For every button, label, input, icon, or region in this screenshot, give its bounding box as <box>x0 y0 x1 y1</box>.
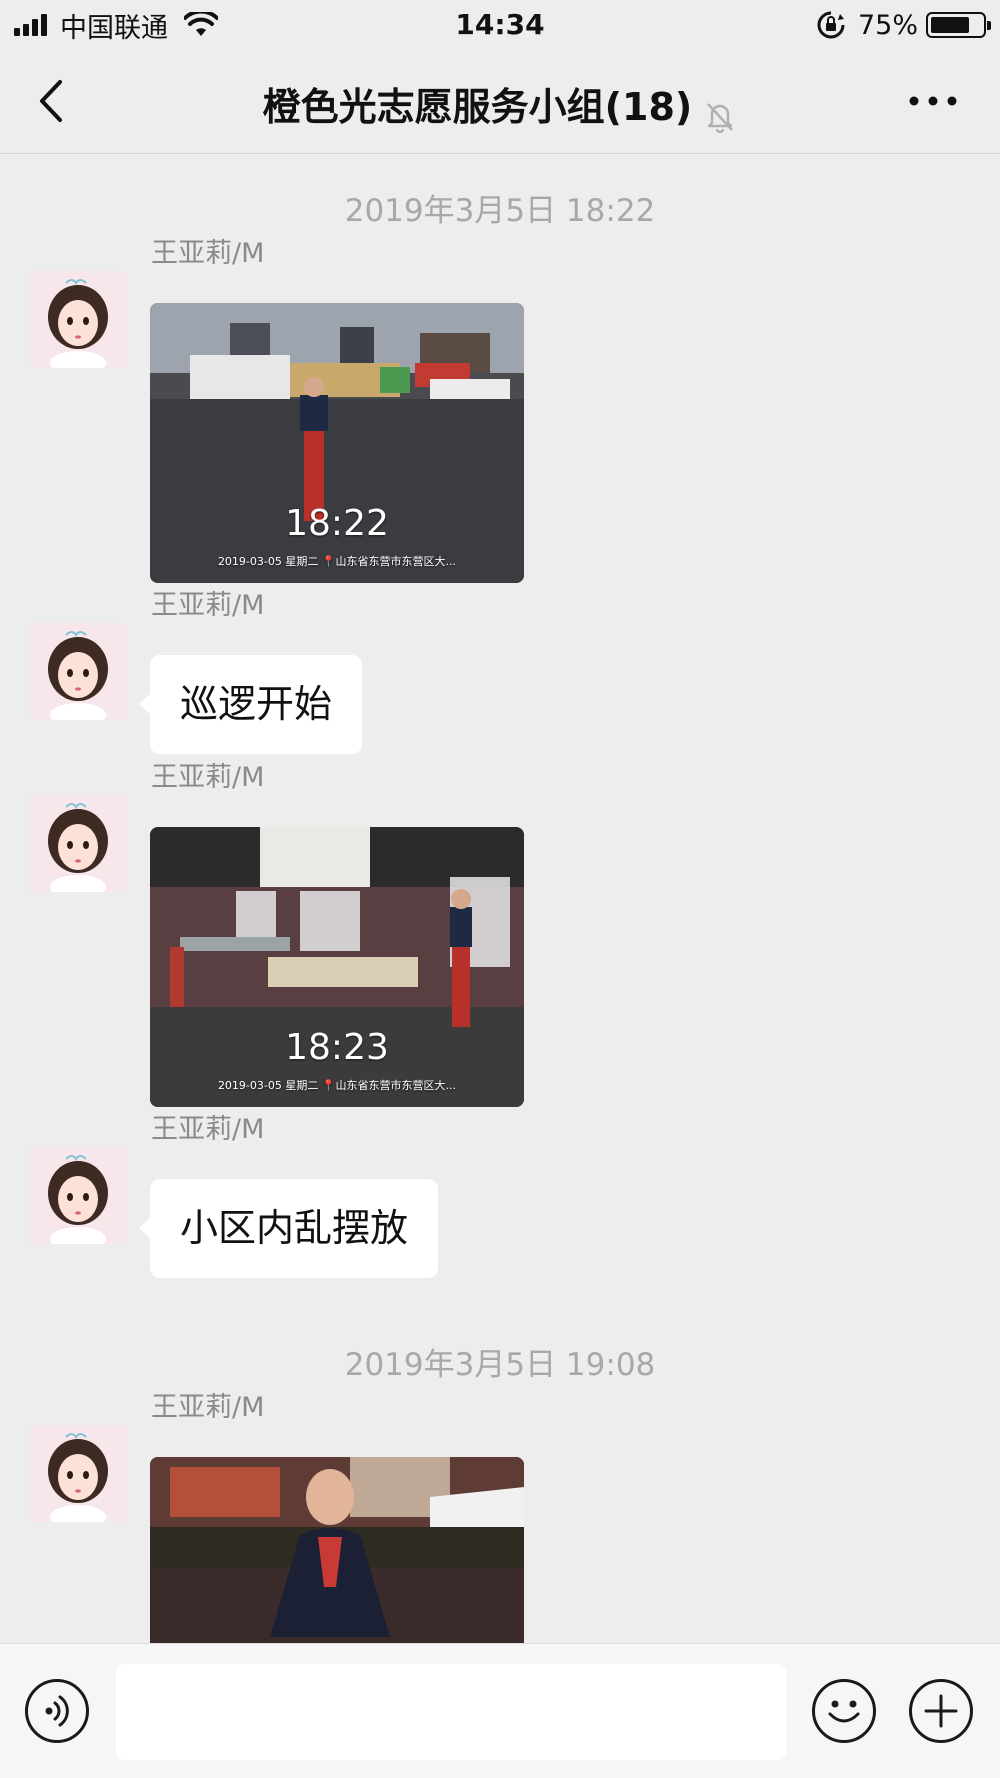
rotation-lock-icon <box>817 11 845 39</box>
avatar-girl-icon <box>30 1147 127 1244</box>
nav-title-wrap: 橙色光志愿服务小组(18) <box>0 76 1000 133</box>
plus-icon <box>924 1694 958 1728</box>
avatar[interactable] <box>30 271 127 368</box>
voice-icon <box>45 1695 69 1727</box>
more-dots-icon <box>909 96 957 106</box>
text-message-bubble[interactable]: 巡逻开始 <box>138 655 363 754</box>
sender-name: 王亚莉/M <box>151 762 265 793</box>
bell-off-icon <box>707 102 734 133</box>
battery-percent: 75% <box>857 9 918 41</box>
timestamp: 2019年3月5日 19:08 <box>344 1347 656 1383</box>
timestamp: 2019年3月5日 18:22 <box>344 193 656 229</box>
image-message[interactable]: 18:22 2019-03-05 星期二 📍山东省东营市东营区大... <box>150 303 524 583</box>
avatar[interactable] <box>30 1147 127 1244</box>
avatar-girl-icon <box>30 795 127 892</box>
image-message[interactable]: 18:23 2019-03-05 星期二 📍山东省东营市东营区大... <box>150 827 524 1107</box>
chat-area[interactable]: 2019年3月5日 18:22 王亚莉/M 18:22 2019-03-05 星… <box>0 155 1000 1643</box>
emoji-button[interactable] <box>812 1679 876 1743</box>
photo-time-overlay: 18:23 <box>285 1027 389 1068</box>
plus-button[interactable] <box>909 1679 973 1743</box>
photo-location-overlay: 2019-03-05 星期二 📍山东省东营市东营区大... <box>217 555 457 568</box>
emoji-icon <box>828 1700 860 1723</box>
message-input[interactable] <box>116 1664 786 1760</box>
avatar[interactable] <box>30 1425 127 1522</box>
avatar-girl-icon <box>30 1425 127 1522</box>
status-bar: 中国联通 14:34 75% <box>0 0 1000 50</box>
battery-icon <box>926 12 991 38</box>
nav-bar: 橙色光志愿服务小组(18) <box>0 50 1000 154</box>
photo-time-overlay: 18:22 <box>285 503 389 544</box>
status-right: 75% <box>816 8 991 42</box>
sender-name: 王亚莉/M <box>151 590 265 621</box>
more-button[interactable] <box>906 88 960 114</box>
voice-button[interactable] <box>25 1679 89 1743</box>
avatar[interactable] <box>30 623 127 720</box>
photo-location-overlay: 2019-03-05 星期二 📍山东省东营市东营区大... <box>217 1079 457 1092</box>
input-bar <box>0 1643 1000 1778</box>
avatar-girl-icon <box>30 271 127 368</box>
page-title: 橙色光志愿服务小组(18) <box>262 85 693 129</box>
sender-name: 王亚莉/M <box>151 238 265 269</box>
image-message[interactable] <box>150 1457 524 1643</box>
sender-name: 王亚莉/M <box>151 1392 265 1423</box>
sender-name: 王亚莉/M <box>151 1114 265 1145</box>
avatar[interactable] <box>30 795 127 892</box>
text-message-bubble[interactable]: 小区内乱摆放 <box>138 1179 439 1278</box>
photo-night-scene <box>150 1457 524 1643</box>
avatar-girl-icon <box>30 623 127 720</box>
